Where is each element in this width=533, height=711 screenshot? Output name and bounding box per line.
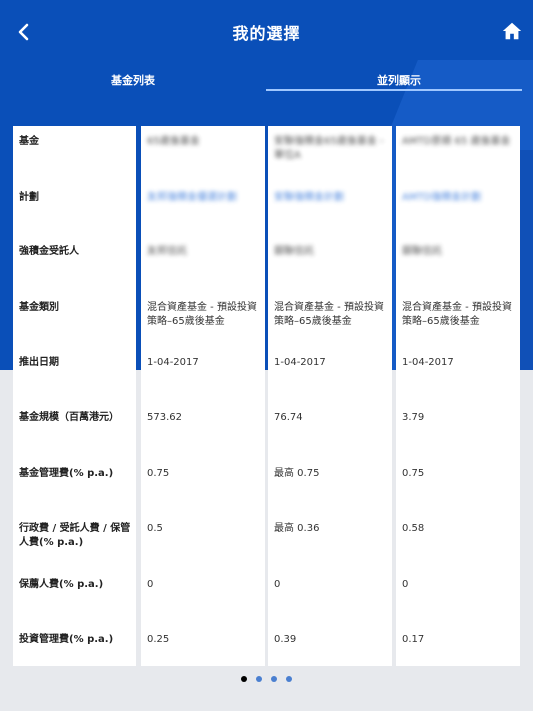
trustee-name: 銀聯信託 — [402, 246, 442, 257]
investment-fee: 0.17 — [402, 634, 425, 645]
admin-fee: 0.58 — [402, 523, 425, 534]
investment-fee: 0.39 — [274, 634, 297, 645]
label-scheme: 計劃 — [19, 192, 39, 203]
fund-name: 安聯強積金65歲後基金 - 單位A — [274, 136, 384, 161]
launch-date: 1-04-2017 — [274, 357, 326, 368]
label-fund-size: 基金規模（百萬港元） — [19, 412, 119, 423]
page-dot[interactable] — [286, 676, 292, 682]
fund-name: AMTD景順 65 歲後基金 — [402, 136, 511, 147]
active-tab-indicator — [266, 89, 522, 91]
fund-size: 3.79 — [402, 412, 425, 423]
sponsor-fee: 0 — [274, 579, 281, 590]
fund-category: 混合資產基金 - 預設投資策略–65歲後基金 — [147, 302, 257, 327]
home-icon — [502, 22, 522, 40]
page-dot[interactable] — [241, 676, 247, 682]
page-dot[interactable] — [256, 676, 262, 682]
label-admin-fee: 行政費 / 受託人費 / 保管人費(% p.a.) — [19, 523, 131, 548]
label-trustee: 強積金受託人 — [19, 246, 79, 257]
fund-name: 65歲後基金 — [147, 136, 200, 147]
back-button[interactable] — [10, 18, 36, 46]
sponsor-fee: 0 — [147, 579, 154, 590]
scheme-link[interactable]: 友邦強積金優選計劃 — [147, 191, 261, 205]
mgmt-fee: 最高 0.75 — [274, 468, 320, 479]
row-labels-column: 基金 計劃 強積金受託人 基金類別 推出日期 基金規模（百萬港元） 基金管理費(… — [13, 126, 136, 666]
admin-fee: 0.5 — [147, 523, 163, 534]
mgmt-fee: 0.75 — [147, 468, 170, 479]
trustee-name: 友邦信託 — [147, 246, 187, 257]
label-launch-date: 推出日期 — [19, 357, 59, 368]
label-category: 基金類別 — [19, 302, 59, 313]
fund-column: 65歲後基金 友邦強積金優選計劃 友邦信託 混合資產基金 - 預設投資策略–65… — [141, 126, 265, 666]
label-fund: 基金 — [19, 136, 39, 147]
mgmt-fee: 0.75 — [402, 468, 425, 479]
tab-fund-list[interactable]: 基金列表 — [0, 66, 266, 94]
scheme-link[interactable]: AMTD強積金計劃 — [402, 191, 516, 205]
page-title: 我的選擇 — [232, 24, 301, 43]
top-bar: 我的選擇 — [0, 0, 533, 64]
investment-fee: 0.25 — [147, 634, 170, 645]
fund-category: 混合資產基金 - 預設投資策略–65歲後基金 — [274, 302, 384, 327]
admin-fee: 最高 0.36 — [274, 523, 320, 534]
fund-size: 573.62 — [147, 412, 182, 423]
page-dot[interactable] — [271, 676, 277, 682]
fund-column: AMTD景順 65 歲後基金 AMTD強積金計劃 銀聯信託 混合資產基金 - 預… — [396, 126, 520, 666]
fund-column: 安聯強積金65歲後基金 - 單位A 安聯強積金計劃 銀聯信託 混合資產基金 - … — [268, 126, 392, 666]
fund-size: 76.74 — [274, 412, 303, 423]
home-button[interactable] — [501, 20, 525, 44]
label-sponsor-fee: 保薦人費(% p.a.) — [19, 579, 104, 590]
fund-category: 混合資產基金 - 預設投資策略–65歲後基金 — [402, 302, 512, 327]
label-mgmt-fee: 基金管理費(% p.a.) — [19, 468, 114, 479]
launch-date: 1-04-2017 — [147, 357, 199, 368]
trustee-name: 銀聯信託 — [274, 246, 314, 257]
chevron-left-icon — [18, 23, 29, 41]
launch-date: 1-04-2017 — [402, 357, 454, 368]
label-investment-fee: 投資管理費(% p.a.) — [19, 634, 114, 645]
sponsor-fee: 0 — [402, 579, 409, 590]
scheme-link[interactable]: 安聯強積金計劃 — [274, 191, 388, 205]
page-indicator — [0, 676, 533, 688]
